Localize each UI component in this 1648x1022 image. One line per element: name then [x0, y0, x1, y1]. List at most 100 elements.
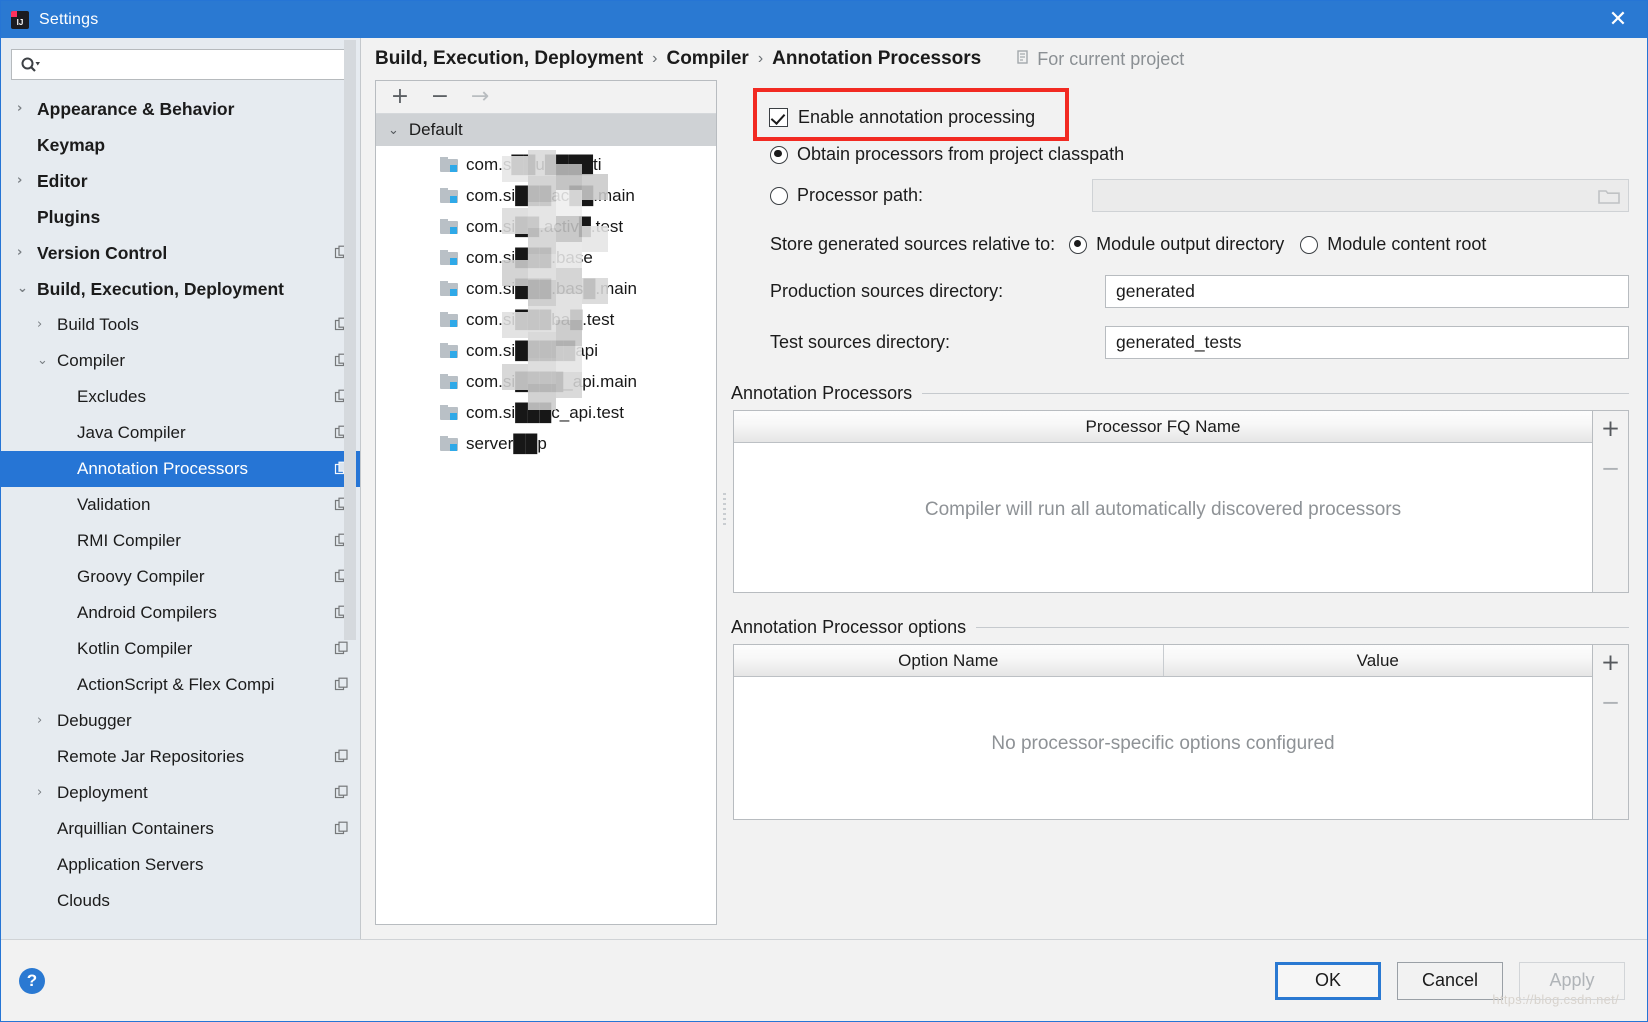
column-header-option-name[interactable]: Option Name: [734, 645, 1164, 676]
sidebar-item-version-control[interactable]: › Version Control: [1, 235, 360, 271]
copy-settings-icon[interactable]: [334, 641, 350, 657]
plus-icon[interactable]: +: [388, 85, 412, 109]
sidebar-item-arquillian-containers[interactable]: Arquillian Containers: [1, 811, 360, 847]
sidebar-item-rmi-compiler[interactable]: RMI Compiler: [1, 523, 360, 559]
processor-path-radio[interactable]: [770, 186, 788, 205]
chevron-right-icon[interactable]: ›: [37, 318, 51, 332]
chevron-right-icon[interactable]: ›: [17, 102, 31, 116]
minus-icon[interactable]: −: [1598, 690, 1624, 716]
minus-icon[interactable]: −: [1598, 456, 1624, 482]
sidebar-item-android-compilers[interactable]: Android Compilers: [1, 595, 360, 631]
dialog-body: › Appearance & Behavior Keymap › Editor Plugi…: [1, 38, 1647, 939]
chevron-right-icon[interactable]: ›: [17, 246, 31, 260]
module-list-item[interactable]: com.si███.base: [376, 242, 716, 273]
options-table[interactable]: Option Name Value No processor-specific …: [733, 644, 1593, 820]
sidebar-item-label: Validation: [77, 495, 151, 514]
chevron-down-icon[interactable]: ⌄: [37, 354, 51, 368]
module-list-item[interactable]: com.si█████api: [376, 335, 716, 366]
sidebar-item-label: Java Compiler: [77, 423, 186, 442]
module-content-root-radio[interactable]: [1300, 235, 1319, 254]
arrow-right-icon[interactable]: →: [468, 85, 492, 109]
sidebar-item-compiler[interactable]: ⌄ Compiler: [1, 343, 360, 379]
plus-icon[interactable]: +: [1598, 650, 1624, 676]
plus-icon[interactable]: +: [1598, 416, 1624, 442]
sidebar-item-excludes[interactable]: Excludes: [1, 379, 360, 415]
copy-settings-icon[interactable]: [334, 821, 350, 837]
chevron-right-icon[interactable]: ›: [37, 714, 51, 728]
copy-settings-icon[interactable]: [334, 749, 350, 765]
sidebar-item-application-servers[interactable]: Application Servers: [1, 847, 360, 883]
test-sources-value: generated_tests: [1116, 332, 1242, 352]
intellij-idea-logo-icon: [11, 10, 29, 29]
sidebar-item-label: Build Tools: [57, 315, 139, 334]
obtain-from-classpath-radio[interactable]: [770, 145, 788, 164]
module-name: com.si███ba█.test: [466, 309, 615, 329]
production-sources-input[interactable]: generated: [1105, 275, 1629, 308]
pane-splitter[interactable]: [717, 80, 731, 939]
copy-settings-icon[interactable]: [334, 677, 350, 693]
sidebar-item-validation[interactable]: Validation: [1, 487, 360, 523]
module-folder-icon: [440, 374, 458, 389]
sidebar-item-label: ActionScript & Flex Compi: [77, 675, 275, 694]
module-list-item[interactable]: server██p: [376, 428, 716, 459]
module-list-item[interactable]: com.si███c_api.test: [376, 397, 716, 428]
processors-table-buttons: + −: [1593, 410, 1629, 593]
sidebar-item-label: Appearance & Behavior: [37, 98, 235, 119]
sidebar-item-kotlin-compiler[interactable]: Kotlin Compiler: [1, 631, 360, 667]
options-table-buttons: + −: [1593, 644, 1629, 820]
sidebar-item-build-tools[interactable]: › Build Tools: [1, 307, 360, 343]
search-input[interactable]: [40, 56, 341, 73]
enable-annotation-processing-row[interactable]: Enable annotation processing: [769, 107, 1629, 128]
column-header-value[interactable]: Value: [1164, 645, 1593, 676]
module-list-item[interactable]: com.si███.bas█.main: [376, 273, 716, 304]
sidebar-item-clouds[interactable]: Clouds: [1, 883, 360, 919]
store-relative-label: Store generated sources relative to:: [770, 234, 1056, 254]
module-list-item[interactable]: com.si██.activ█.test: [376, 211, 716, 242]
sidebar-item-plugins[interactable]: Plugins: [1, 199, 360, 235]
sidebar-item-deployment[interactable]: › Deployment: [1, 775, 360, 811]
breadcrumb-part-2[interactable]: Compiler: [666, 48, 748, 70]
ok-button[interactable]: OK: [1275, 961, 1381, 1000]
module-list-item[interactable]: com.si███ac██.main: [376, 180, 716, 211]
group-divider: [922, 393, 1629, 394]
cancel-button[interactable]: Cancel: [1397, 961, 1503, 1000]
module-output-directory-radio[interactable]: [1069, 235, 1088, 254]
processors-table-header: Processor FQ Name: [734, 411, 1592, 443]
sidebar-item-debugger[interactable]: › Debugger: [1, 703, 360, 739]
module-list-item[interactable]: com.s██u████ti: [376, 149, 716, 180]
column-header-processor-fq-name[interactable]: Processor FQ Name: [734, 411, 1592, 442]
sidebar-item-actionscript-flex-compi[interactable]: ActionScript & Flex Compi: [1, 667, 360, 703]
chevron-down-icon[interactable]: ⌄: [17, 282, 31, 296]
copy-settings-icon[interactable]: [334, 785, 350, 801]
enable-annotation-processing-checkbox[interactable]: [769, 108, 788, 127]
sidebar-item-groovy-compiler[interactable]: Groovy Compiler: [1, 559, 360, 595]
sidebar-item-keymap[interactable]: Keymap: [1, 127, 360, 163]
obtain-from-classpath-row[interactable]: Obtain processors from project classpath: [770, 144, 1629, 165]
breadcrumb-part-1[interactable]: Build, Execution, Deployment: [375, 48, 643, 70]
chevron-right-icon[interactable]: ›: [37, 786, 51, 800]
sidebar-tree[interactable]: › Appearance & Behavior Keymap › Editor Plugi…: [1, 89, 360, 939]
obtain-from-classpath-label: Obtain processors from project classpath: [797, 144, 1125, 164]
module-list-item[interactable]: com.si████_api.main: [376, 366, 716, 397]
search-box[interactable]: [11, 49, 350, 80]
chevron-right-icon[interactable]: ›: [17, 174, 31, 188]
sidebar-item-editor[interactable]: › Editor: [1, 163, 360, 199]
module-group-header[interactable]: ⌄ Default: [376, 114, 716, 146]
processor-path-input[interactable]: [1092, 179, 1629, 212]
folder-open-icon[interactable]: [1598, 187, 1620, 205]
help-icon[interactable]: ?: [19, 967, 45, 994]
test-sources-input[interactable]: generated_tests: [1105, 326, 1629, 359]
sidebar-scrollbar[interactable]: [344, 40, 356, 640]
sidebar-item-remote-jar-repositories[interactable]: Remote Jar Repositories: [1, 739, 360, 775]
sidebar-item-annotation-processors[interactable]: Annotation Processors: [1, 451, 360, 487]
processors-table[interactable]: Processor FQ Name Compiler will run all …: [733, 410, 1593, 593]
sidebar-item-appearance-behavior[interactable]: › Appearance & Behavior: [1, 91, 360, 127]
close-icon[interactable]: ✕: [1595, 1, 1641, 38]
minus-icon[interactable]: −: [428, 85, 452, 109]
sidebar-item-java-compiler[interactable]: Java Compiler: [1, 415, 360, 451]
options-table-header: Option Name Value: [734, 645, 1592, 677]
module-list-item[interactable]: com.si███ba█.test: [376, 304, 716, 335]
module-list[interactable]: com.s██u████ti com.si███ac██.main com.si██…: [376, 146, 716, 924]
sidebar-item-label: RMI Compiler: [77, 531, 181, 550]
sidebar-item-build-execution-deployment[interactable]: ⌄ Build, Execution, Deployment: [1, 271, 360, 307]
